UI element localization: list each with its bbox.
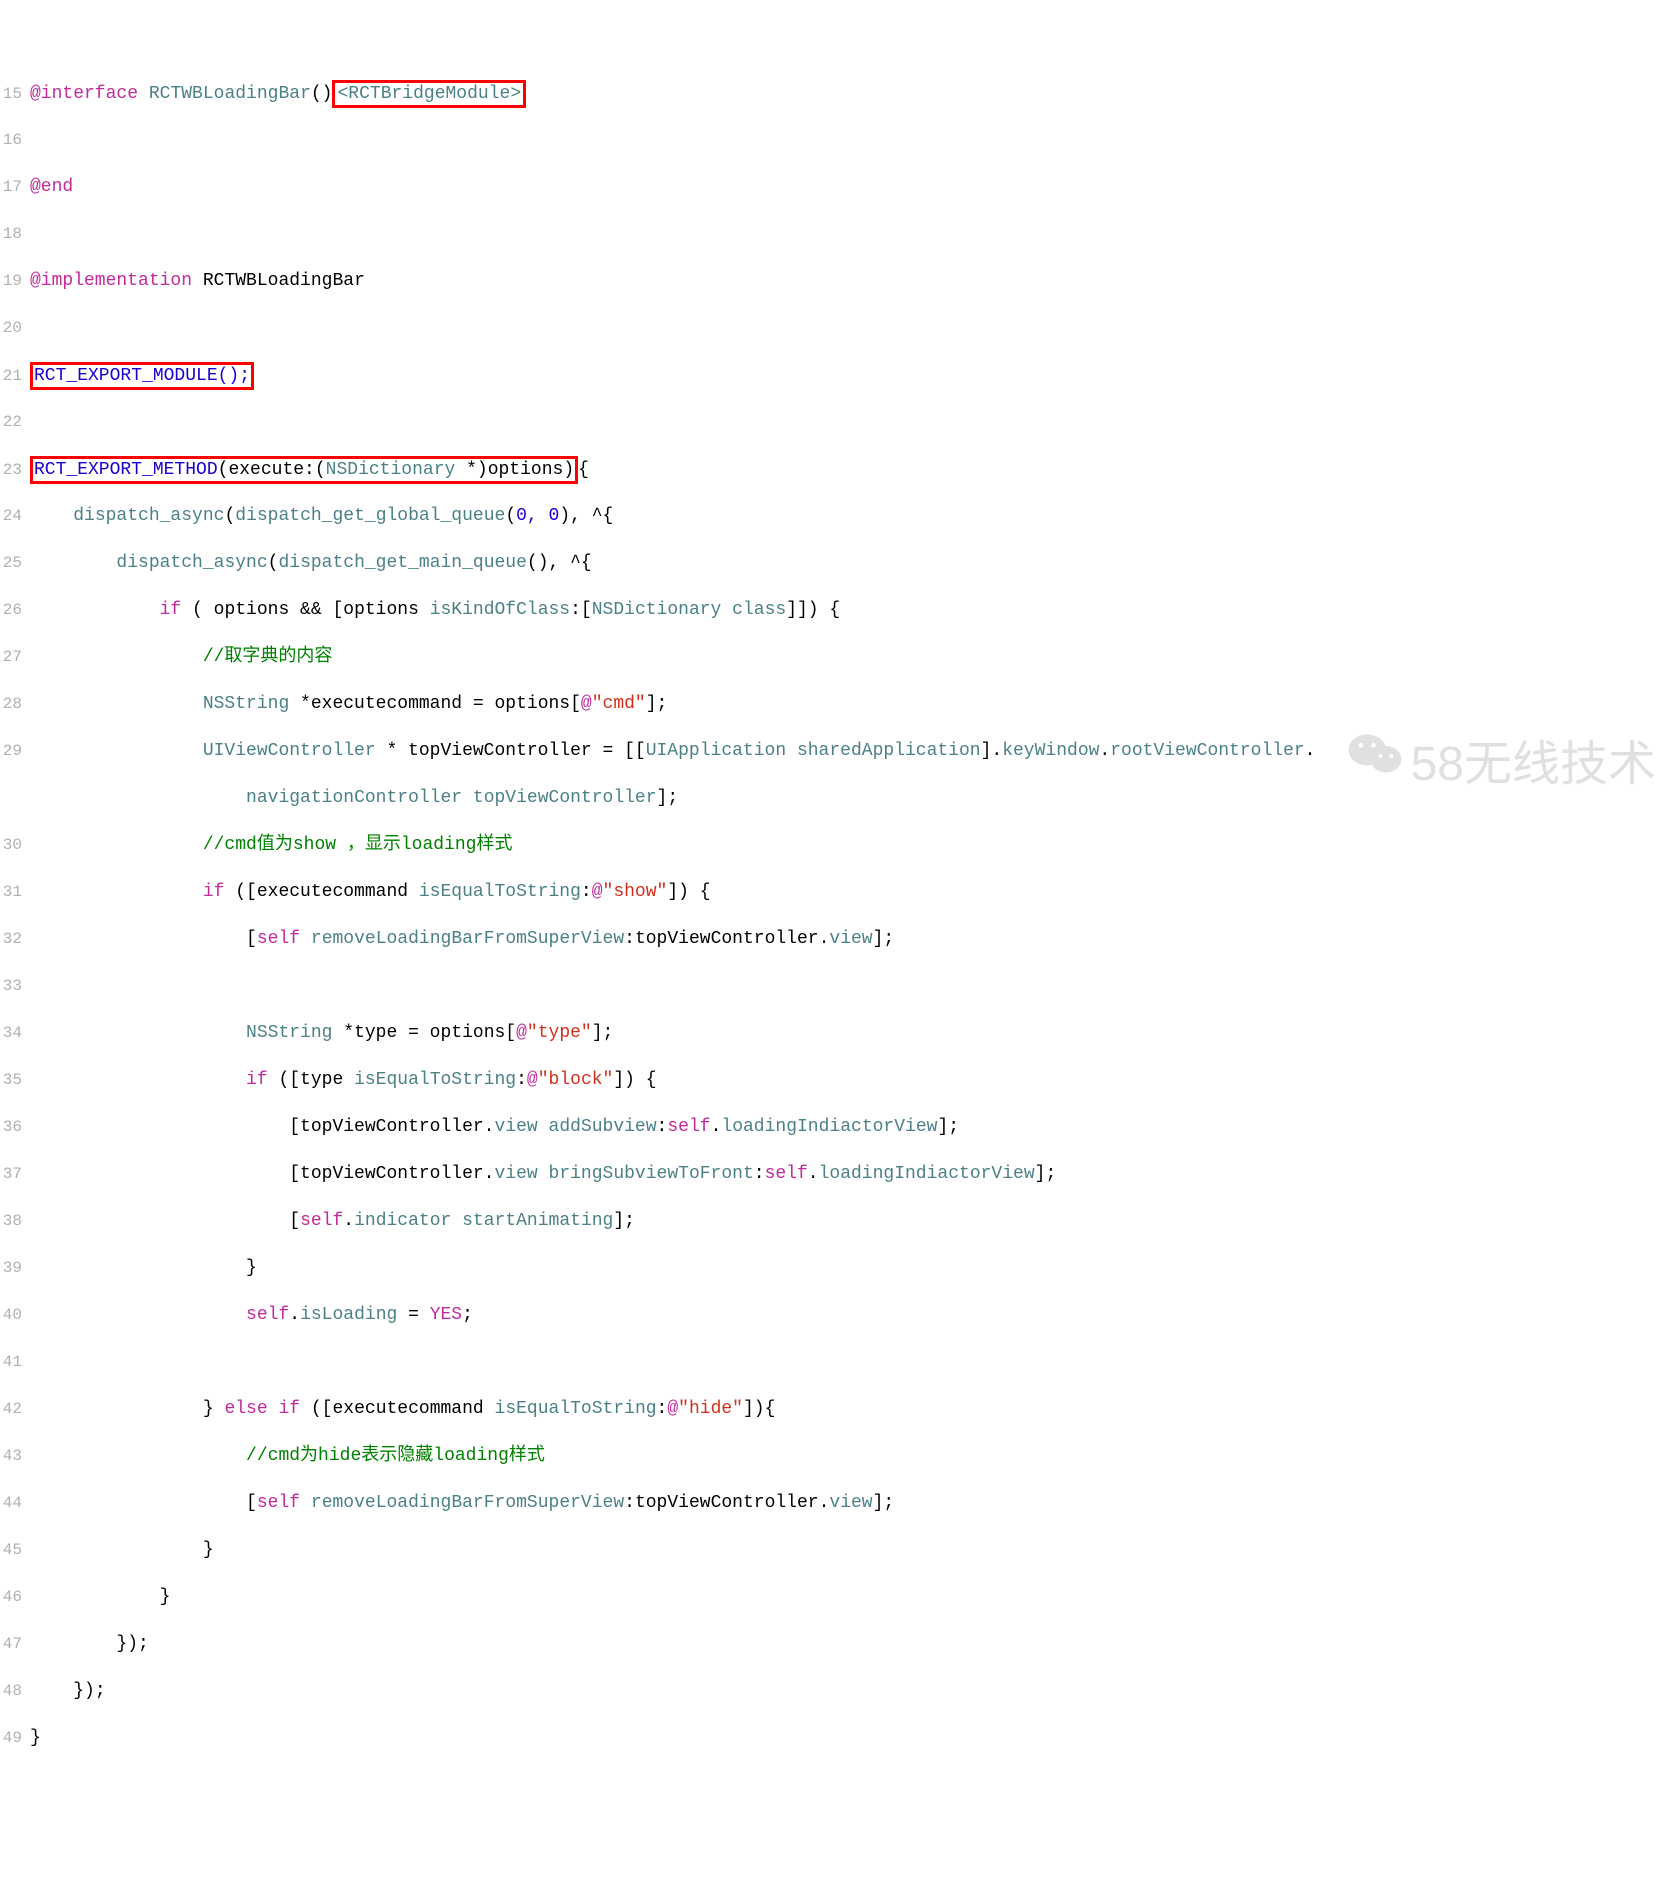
line-number: 45	[0, 1537, 30, 1564]
highlight-box-export-method: RCT_EXPORT_METHOD(execute:(NSDictionary …	[30, 456, 578, 484]
line-number: 19	[0, 268, 30, 295]
line-number: 29	[0, 738, 30, 765]
code-line[interactable]: RCT_EXPORT_MODULE();	[30, 362, 1676, 390]
line-number: 47	[0, 1631, 30, 1658]
code-line[interactable]: });	[30, 1631, 1676, 1658]
line-number: 26	[0, 597, 30, 624]
code-line[interactable]: if ([type isEqualToString:@"block"]) {	[30, 1067, 1676, 1094]
line-number: 31	[0, 879, 30, 906]
line-number: 24	[0, 503, 30, 530]
line-number: 46	[0, 1584, 30, 1611]
line-number: 34	[0, 1020, 30, 1047]
code-line[interactable]: if ([executecommand isEqualToString:@"sh…	[30, 879, 1676, 906]
line-number: 21	[0, 363, 30, 390]
line-number: 33	[0, 973, 30, 1000]
line-number: 22	[0, 409, 30, 436]
line-number: 48	[0, 1678, 30, 1705]
code-line[interactable]: [self removeLoadingBarFromSuperView:topV…	[30, 1490, 1676, 1517]
code-line[interactable]: [self.indicator startAnimating];	[30, 1208, 1676, 1235]
code-line[interactable]: @end	[30, 174, 1676, 201]
line-number: 16	[0, 127, 30, 154]
line-number: 42	[0, 1396, 30, 1423]
code-line[interactable]: }	[30, 1584, 1676, 1611]
code-line[interactable]: @interface RCTWBLoadingBar()<RCTBridgeMo…	[30, 80, 1676, 108]
highlight-box-export-module: RCT_EXPORT_MODULE();	[30, 362, 254, 390]
line-number: 27	[0, 644, 30, 671]
code-line[interactable]: NSString *type = options[@"type"];	[30, 1020, 1676, 1047]
line-number: 28	[0, 691, 30, 718]
line-number: 37	[0, 1161, 30, 1188]
code-line[interactable]: RCT_EXPORT_METHOD(execute:(NSDictionary …	[30, 456, 1676, 484]
line-number: 23	[0, 457, 30, 484]
code-line[interactable]: }	[30, 1537, 1676, 1564]
line-number: 32	[0, 926, 30, 953]
line-number: 38	[0, 1208, 30, 1235]
line-number: 17	[0, 174, 30, 201]
code-line[interactable]: }	[30, 1725, 1676, 1752]
code-line[interactable]: });	[30, 1678, 1676, 1705]
line-number: 30	[0, 832, 30, 859]
wechat-icon	[1298, 679, 1403, 838]
line-number: 43	[0, 1443, 30, 1470]
code-line[interactable]: }	[30, 1255, 1676, 1282]
watermark: 58无线技术	[1298, 679, 1656, 838]
code-line[interactable]: [topViewController.view bringSubviewToFr…	[30, 1161, 1676, 1188]
code-line[interactable]: dispatch_async(dispatch_get_global_queue…	[30, 503, 1676, 530]
line-number: 41	[0, 1349, 30, 1376]
line-number: 25	[0, 550, 30, 577]
watermark-text: 58无线技术	[1411, 724, 1656, 794]
line-number: 39	[0, 1255, 30, 1282]
line-number: 20	[0, 315, 30, 342]
code-line[interactable]: [self removeLoadingBarFromSuperView:topV…	[30, 926, 1676, 953]
code-line[interactable]: if ( options && [options isKindOfClass:[…	[30, 597, 1676, 624]
line-number: 40	[0, 1302, 30, 1329]
code-line[interactable]: @implementation RCTWBLoadingBar	[30, 268, 1676, 295]
code-line[interactable]: dispatch_async(dispatch_get_main_queue()…	[30, 550, 1676, 577]
code-line[interactable]: //cmd为hide表示隐藏loading样式	[30, 1443, 1676, 1470]
line-number: 35	[0, 1067, 30, 1094]
line-number: 49	[0, 1725, 30, 1752]
line-number: 36	[0, 1114, 30, 1141]
line-number: 15	[0, 81, 30, 108]
code-line[interactable]: self.isLoading = YES;	[30, 1302, 1676, 1329]
highlight-box-protocol: <RCTBridgeModule>	[332, 80, 526, 108]
line-number: 44	[0, 1490, 30, 1517]
code-line[interactable]: //取字典的内容	[30, 644, 1676, 671]
line-number: 18	[0, 221, 30, 248]
code-line[interactable]: [topViewController.view addSubview:self.…	[30, 1114, 1676, 1141]
code-line[interactable]: } else if ([executecommand isEqualToStri…	[30, 1396, 1676, 1423]
